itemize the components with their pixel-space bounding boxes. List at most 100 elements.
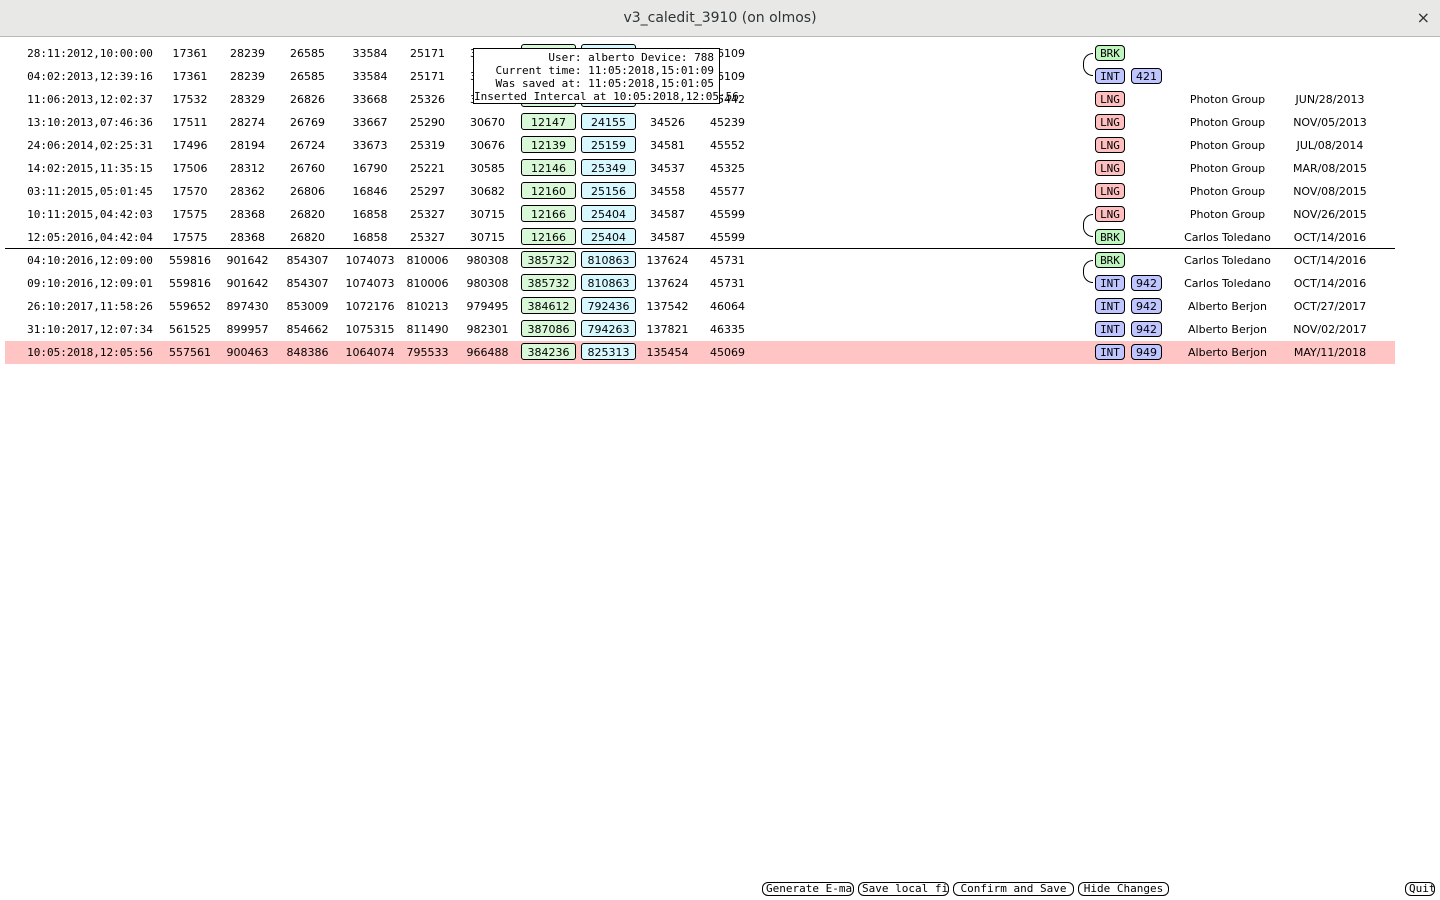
editable-value-box[interactable]: 387086 <box>521 320 576 337</box>
value-cell: 25326 <box>410 93 445 106</box>
link-bracket <box>1083 214 1093 237</box>
value-cell: 1064074 <box>345 346 395 359</box>
value-cell: 17570 <box>172 185 208 198</box>
user-name-cell: Alberto Berjon <box>1188 300 1267 313</box>
editable-value-box[interactable]: 25404 <box>581 205 636 222</box>
value-cell: 17511 <box>172 116 208 129</box>
table-row[interactable]: 10:05:2018,12:05:56 557561 900463 848386 106… <box>5 341 1395 364</box>
date-cell: 04:10:2016,12:09:00 <box>27 254 153 267</box>
editable-value-box[interactable]: 25156 <box>581 182 636 199</box>
intercal-number-tag[interactable]: 949 <box>1131 344 1162 360</box>
editable-value-box[interactable]: 810863 <box>581 251 636 268</box>
editable-value-box[interactable]: 24155 <box>581 113 636 130</box>
value-cell: 16858 <box>352 208 388 221</box>
value-cell: 34587 <box>650 208 685 221</box>
value-cell: 33584 <box>352 47 388 60</box>
value-cell: 811490 <box>406 323 449 336</box>
table-row[interactable]: 10:11:2015,04:42:03 17575 28368 26820 16858 2… <box>5 203 1395 226</box>
close-icon[interactable]: × <box>1417 0 1430 36</box>
editable-value-box[interactable]: 25404 <box>581 228 636 245</box>
editable-value-box[interactable]: 12147 <box>521 113 576 130</box>
event-type-tag[interactable]: LNG <box>1095 206 1125 222</box>
editable-value-box[interactable]: 12139 <box>521 136 576 153</box>
editable-value-box[interactable]: 794263 <box>581 320 636 337</box>
event-type-tag[interactable]: LNG <box>1095 160 1125 176</box>
table-row[interactable]: 14:02:2015,11:35:15 17506 28312 26760 16790 2… <box>5 157 1395 180</box>
table-row[interactable]: 03:11:2015,05:01:45 17570 28362 26806 16846 2… <box>5 180 1395 203</box>
value-cell: 980308 <box>466 277 509 290</box>
value-cell: 30585 <box>470 162 505 175</box>
intercal-number-tag[interactable]: 942 <box>1131 321 1162 337</box>
table-row[interactable]: 24:06:2014,02:25:31 17496 28194 26724 33673 2… <box>5 134 1395 157</box>
table-row[interactable]: 04:10:2016,12:09:00 559816 901642 854307 107… <box>5 249 1395 272</box>
editable-value-box[interactable]: 12146 <box>521 159 576 176</box>
editable-value-box[interactable]: 12166 <box>521 228 576 245</box>
value-cell: 45731 <box>710 277 745 290</box>
value-cell: 45599 <box>710 208 745 221</box>
value-cell: 28312 <box>230 162 265 175</box>
editable-value-box[interactable]: 384612 <box>521 297 576 314</box>
calibration-date-cell: NOV/26/2015 <box>1293 208 1367 221</box>
value-cell: 26724 <box>290 139 325 152</box>
event-type-tag[interactable]: BRK <box>1095 45 1125 61</box>
editable-value-box[interactable]: 384236 <box>521 343 576 360</box>
intercal-number-tag[interactable]: 421 <box>1131 68 1162 84</box>
editable-value-box[interactable]: 25159 <box>581 136 636 153</box>
value-cell: 1075315 <box>345 323 395 336</box>
calibration-date-cell: NOV/08/2015 <box>1293 185 1367 198</box>
event-type-tag[interactable]: INT <box>1095 275 1125 291</box>
event-type-tag[interactable]: LNG <box>1095 183 1125 199</box>
editable-value-box[interactable]: 792436 <box>581 297 636 314</box>
intercal-number-tag[interactable]: 942 <box>1131 275 1162 291</box>
quit-button[interactable]: Quit <box>1405 882 1435 896</box>
save-local-file-button[interactable]: Save local file <box>858 882 949 896</box>
event-type-tag[interactable]: LNG <box>1095 91 1125 107</box>
value-cell: 30670 <box>470 116 505 129</box>
value-cell: 982301 <box>466 323 509 336</box>
user-name-cell <box>1170 46 1285 61</box>
value-cell: 46335 <box>710 323 745 336</box>
event-type-tag[interactable]: INT <box>1095 321 1125 337</box>
editable-value-box[interactable]: 25349 <box>581 159 636 176</box>
event-type-tag[interactable]: INT <box>1095 344 1125 360</box>
event-type-tag[interactable]: INT <box>1095 298 1125 314</box>
table-row[interactable]: 13:10:2013,07:46:36 17511 28274 26769 33667 2… <box>5 111 1395 134</box>
generate-email-button[interactable]: Generate E-mail <box>762 882 854 896</box>
value-cell: 853009 <box>286 300 329 313</box>
value-cell: 25221 <box>410 162 445 175</box>
event-type-tag[interactable]: LNG <box>1095 137 1125 153</box>
date-cell: 10:05:2018,12:05:56 <box>27 346 153 359</box>
value-cell: 34558 <box>650 185 685 198</box>
event-type-tag[interactable]: BRK <box>1095 252 1125 268</box>
table-row[interactable]: 12:05:2016,04:42:04 17575 28368 26820 16858 2… <box>5 226 1395 249</box>
link-bracket <box>1083 260 1093 283</box>
value-cell: 854307 <box>286 277 329 290</box>
table-row[interactable]: 26:10:2017,11:58:26 559652 897430 853009 107… <box>5 295 1395 318</box>
calibration-date-cell: NOV/05/2013 <box>1293 116 1367 129</box>
editable-value-box[interactable]: 12160 <box>521 182 576 199</box>
editable-value-box[interactable]: 385732 <box>521 251 576 268</box>
editable-value-box[interactable]: 12166 <box>521 205 576 222</box>
value-cell: 25171 <box>410 47 445 60</box>
window-title: v3_caledit_3910 (on olmos) <box>623 10 817 26</box>
event-type-tag[interactable]: LNG <box>1095 114 1125 130</box>
editable-value-box[interactable]: 825313 <box>581 343 636 360</box>
value-cell: 46064 <box>710 300 745 313</box>
table-row[interactable]: 31:10:2017,12:07:34 561525 899957 854662 107… <box>5 318 1395 341</box>
value-cell: 33584 <box>352 70 388 83</box>
value-cell: 17361 <box>172 47 208 60</box>
confirm-and-save-button[interactable]: Confirm and Save <box>953 882 1074 896</box>
event-type-tag[interactable]: BRK <box>1095 229 1125 245</box>
value-cell: 34526 <box>650 116 685 129</box>
table-row[interactable]: 09:10:2016,12:09:01 559816 901642 854307 107… <box>5 272 1395 295</box>
value-cell: 557561 <box>169 346 211 359</box>
hide-changes-button[interactable]: Hide Changes <box>1078 882 1169 896</box>
value-cell: 17361 <box>172 70 208 83</box>
event-type-tag[interactable]: INT <box>1095 68 1125 84</box>
value-cell: 30682 <box>470 185 505 198</box>
editable-value-box[interactable]: 385732 <box>521 274 576 291</box>
value-cell: 28368 <box>230 231 265 244</box>
intercal-number-tag[interactable]: 942 <box>1131 298 1162 314</box>
editable-value-box[interactable]: 810863 <box>581 274 636 291</box>
value-cell: 33668 <box>352 93 388 106</box>
